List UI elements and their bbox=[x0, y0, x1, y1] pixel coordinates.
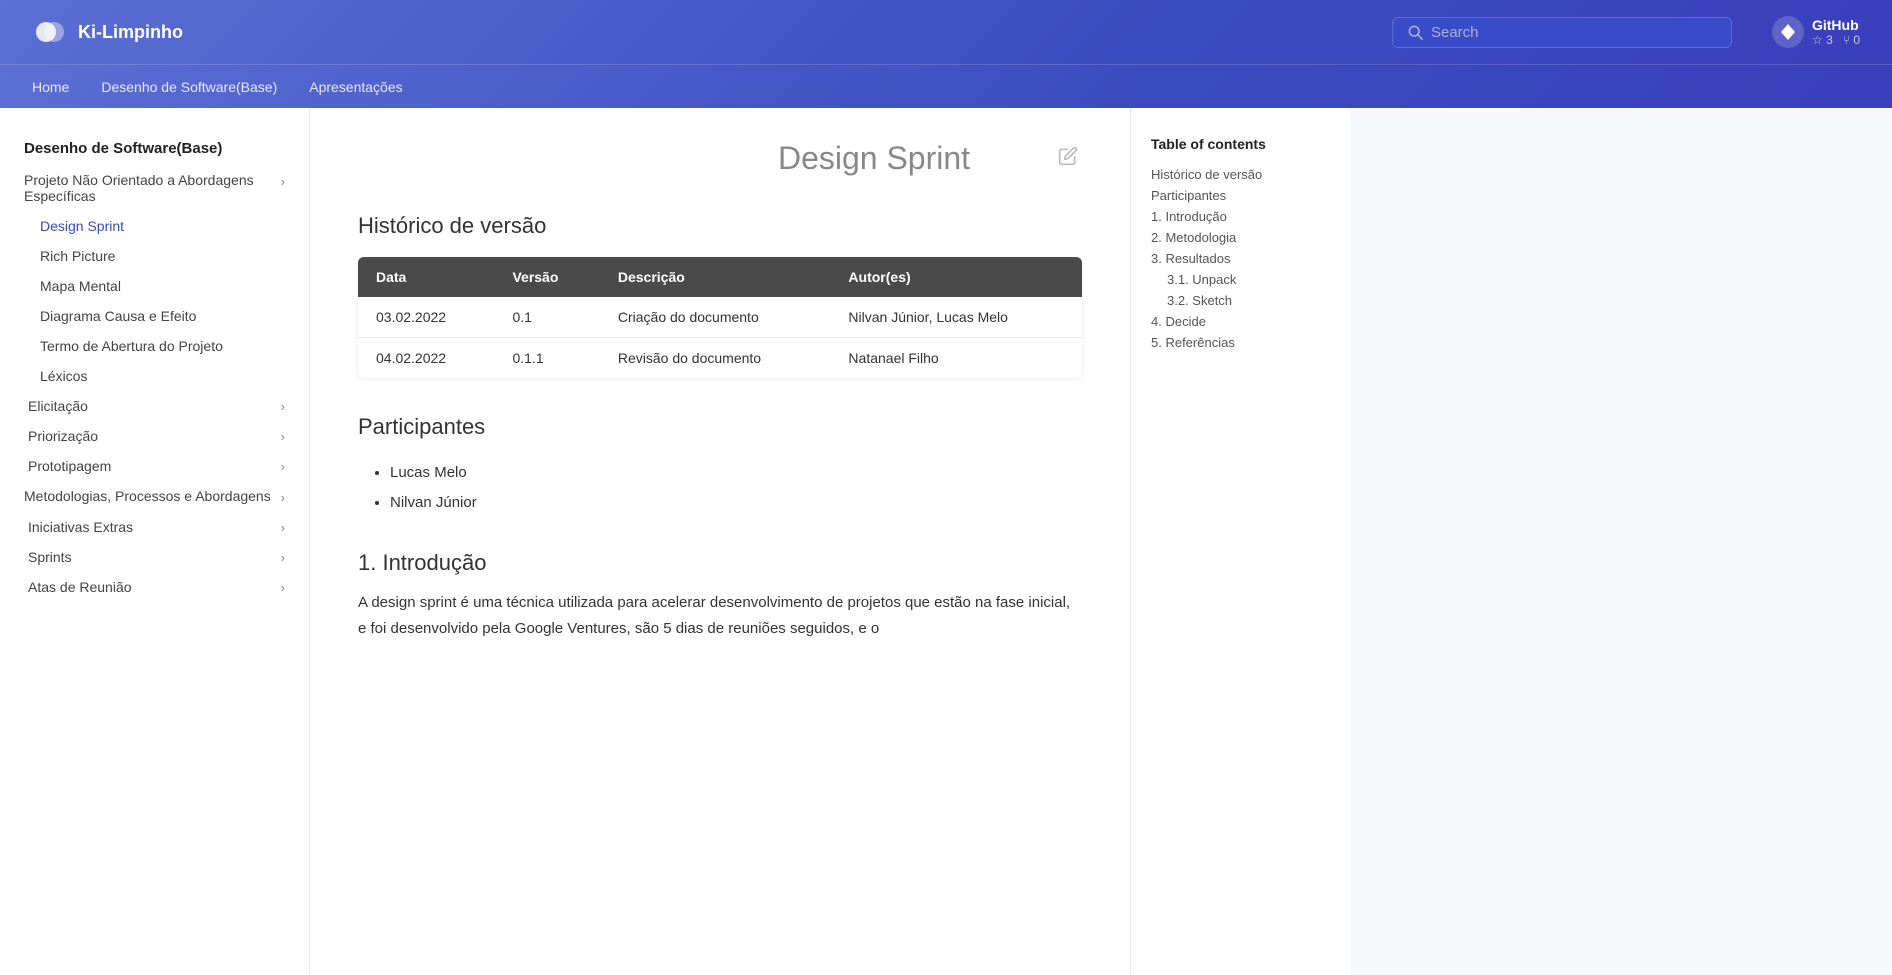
github-forks: ⑂ 0 bbox=[1843, 33, 1860, 47]
sidebar-item-diagrama-label: Diagrama Causa e Efeito bbox=[40, 308, 196, 324]
page-title: Design Sprint bbox=[706, 140, 1042, 177]
github-stars: ☆ 3 bbox=[1812, 33, 1833, 47]
list-item: Lucas Melo bbox=[390, 458, 1082, 488]
sidebar-item-metodologias[interactable]: Metodologias, Processos e Abordagens › bbox=[0, 481, 309, 512]
edit-icon bbox=[1058, 146, 1078, 166]
top-nav: Ki-Limpinho GitHub ☆ 3 ⑂ 0 bbox=[0, 0, 1892, 64]
sidebar-item-rich-picture[interactable]: Rich Picture bbox=[0, 241, 309, 271]
sidebar-item-priorizacao-label: Priorização bbox=[28, 428, 98, 444]
col-versao: Versão bbox=[494, 257, 599, 297]
table-cell-descricao: Criação do documento bbox=[600, 297, 831, 338]
sidebar-item-mapa-mental-label: Mapa Mental bbox=[40, 278, 121, 294]
col-data: Data bbox=[358, 257, 494, 297]
toc-title: Table of contents bbox=[1151, 136, 1330, 152]
sidebar-item-sprints-label: Sprints bbox=[28, 549, 72, 565]
subnav-home[interactable]: Home bbox=[32, 75, 69, 99]
logo-icon bbox=[32, 14, 68, 50]
sidebar-section-title: Desenho de Software(Base) bbox=[0, 136, 309, 165]
chevron-right-icon-7: › bbox=[281, 580, 285, 595]
col-autores: Autor(es) bbox=[830, 257, 1082, 297]
chevron-right-icon-3: › bbox=[281, 459, 285, 474]
toc-item[interactable]: 4. Decide bbox=[1151, 311, 1330, 332]
historico-heading: Histórico de versão bbox=[358, 213, 1082, 239]
search-box[interactable] bbox=[1392, 17, 1732, 48]
sidebar-item-projeto-label: Projeto Não Orientado a Abordagens Espec… bbox=[24, 172, 281, 204]
sidebar-item-termo[interactable]: Termo de Abertura do Projeto bbox=[0, 331, 309, 361]
toc-sidebar: Table of contents Histórico de versãoPar… bbox=[1130, 108, 1350, 975]
col-descricao: Descrição bbox=[600, 257, 831, 297]
subnav-apresentacoes[interactable]: Apresentações bbox=[309, 75, 402, 99]
intro-heading: 1. Introdução bbox=[358, 550, 1082, 576]
sidebar-item-lexicos-label: Léxicos bbox=[40, 368, 87, 384]
chevron-right-icon-4: › bbox=[281, 490, 285, 505]
logo-text: Ki-Limpinho bbox=[78, 22, 183, 43]
page-body: Desenho de Software(Base) Projeto Não Or… bbox=[0, 108, 1892, 975]
sidebar: Desenho de Software(Base) Projeto Não Or… bbox=[0, 108, 310, 975]
sidebar-item-metodologias-label: Metodologias, Processos e Abordagens bbox=[24, 488, 281, 504]
table-cell-autores: Nilvan Júnior, Lucas Melo bbox=[830, 297, 1082, 338]
sidebar-item-sprints[interactable]: Sprints › bbox=[0, 542, 309, 572]
toc-item[interactable]: 3. Resultados bbox=[1151, 248, 1330, 269]
sidebar-item-mapa-mental[interactable]: Mapa Mental bbox=[0, 271, 309, 301]
toc-item[interactable]: 3.2. Sketch bbox=[1151, 290, 1330, 311]
sub-nav: Home Desenho de Software(Base) Apresenta… bbox=[0, 64, 1892, 108]
chevron-right-icon-6: › bbox=[281, 550, 285, 565]
sidebar-item-design-sprint-label: Design Sprint bbox=[40, 218, 124, 234]
sidebar-item-atas[interactable]: Atas de Reunião › bbox=[0, 572, 309, 602]
sidebar-item-iniciativas[interactable]: Iniciativas Extras › bbox=[0, 512, 309, 542]
table-header-row: Data Versão Descrição Autor(es) bbox=[358, 257, 1082, 297]
sidebar-item-iniciativas-label: Iniciativas Extras bbox=[28, 519, 133, 535]
sidebar-item-design-sprint[interactable]: Design Sprint bbox=[0, 211, 309, 241]
toc-item[interactable]: 3.1. Unpack bbox=[1151, 269, 1330, 290]
list-item: Nilvan Júnior bbox=[390, 488, 1082, 518]
chevron-right-icon-5: › bbox=[281, 520, 285, 535]
sidebar-item-lexicos[interactable]: Léxicos bbox=[0, 361, 309, 391]
sidebar-item-atas-label: Atas de Reunião bbox=[28, 579, 132, 595]
participantes-heading: Participantes bbox=[358, 414, 1082, 440]
toc-item[interactable]: Participantes bbox=[1151, 185, 1330, 206]
search-input[interactable] bbox=[1431, 24, 1717, 41]
table-row: 04.02.20220.1.1Revisão do documentoNatan… bbox=[358, 338, 1082, 379]
sidebar-item-diagrama[interactable]: Diagrama Causa e Efeito bbox=[0, 301, 309, 331]
table-row: 03.02.20220.1Criação do documentoNilvan … bbox=[358, 297, 1082, 338]
intro-text: A design sprint é uma técnica utilizada … bbox=[358, 590, 1082, 641]
toc-item[interactable]: 2. Metodologia bbox=[1151, 227, 1330, 248]
github-stats: GitHub ☆ 3 ⑂ 0 bbox=[1812, 17, 1860, 47]
sidebar-item-elicitacao[interactable]: Elicitação › bbox=[0, 391, 309, 421]
table-cell-versao: 0.1.1 bbox=[494, 338, 599, 379]
participantes-section: Participantes Lucas MeloNilvan Júnior bbox=[358, 414, 1082, 518]
sidebar-item-prototipagem[interactable]: Prototipagem › bbox=[0, 451, 309, 481]
edit-button[interactable] bbox=[1054, 142, 1082, 176]
logo[interactable]: Ki-Limpinho bbox=[32, 14, 183, 50]
version-table: Data Versão Descrição Autor(es) 03.02.20… bbox=[358, 257, 1082, 378]
sidebar-item-prototipagem-label: Prototipagem bbox=[28, 458, 111, 474]
toc-list: Histórico de versãoParticipantes1. Intro… bbox=[1151, 164, 1330, 353]
sidebar-item-rich-picture-label: Rich Picture bbox=[40, 248, 115, 264]
participants-list: Lucas MeloNilvan Júnior bbox=[358, 458, 1082, 518]
github-icon bbox=[1772, 16, 1804, 48]
chevron-right-icon: › bbox=[281, 399, 285, 414]
sidebar-item-termo-label: Termo de Abertura do Projeto bbox=[40, 338, 223, 354]
sidebar-item-elicitacao-label: Elicitação bbox=[28, 398, 88, 414]
table-cell-versao: 0.1 bbox=[494, 297, 599, 338]
toc-item[interactable]: Histórico de versão bbox=[1151, 164, 1330, 185]
table-cell-data: 03.02.2022 bbox=[358, 297, 494, 338]
chevron-down-icon: › bbox=[281, 174, 285, 189]
table-cell-descricao: Revisão do documento bbox=[600, 338, 831, 379]
sidebar-item-priorizacao[interactable]: Priorização › bbox=[0, 421, 309, 451]
table-cell-data: 04.02.2022 bbox=[358, 338, 494, 379]
search-icon bbox=[1407, 24, 1423, 40]
main-content: Design Sprint Histórico de versão Data V… bbox=[310, 108, 1130, 975]
toc-item[interactable]: 1. Introdução bbox=[1151, 206, 1330, 227]
sidebar-item-projeto[interactable]: Projeto Não Orientado a Abordagens Espec… bbox=[0, 165, 309, 211]
table-cell-autores: Natanael Filho bbox=[830, 338, 1082, 379]
subnav-desenho[interactable]: Desenho de Software(Base) bbox=[101, 75, 277, 99]
page-title-row: Design Sprint bbox=[358, 140, 1082, 177]
chevron-right-icon-2: › bbox=[281, 429, 285, 444]
github-link[interactable]: GitHub ☆ 3 ⑂ 0 bbox=[1772, 16, 1860, 48]
toc-item[interactable]: 5. Referências bbox=[1151, 332, 1330, 353]
